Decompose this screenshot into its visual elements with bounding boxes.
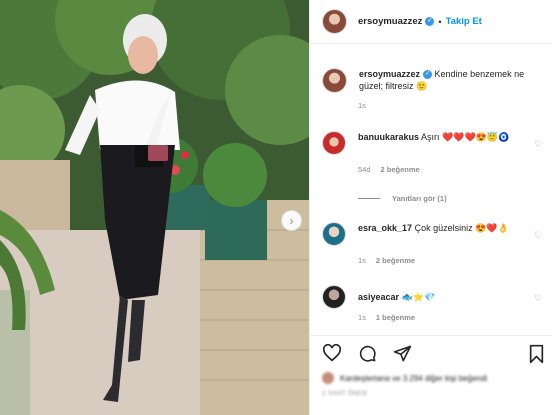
caption-username[interactable]: ersoymuazzez <box>359 69 420 79</box>
next-image-button[interactable]: › <box>281 210 302 231</box>
action-icons <box>322 344 412 363</box>
comment-text: Çok güzelsiniz 😍❤️👌 <box>414 223 509 233</box>
view-replies-button[interactable]: Yanıtları gör (1) <box>358 194 447 203</box>
comment-time[interactable]: 54d <box>358 165 371 174</box>
replies-divider <box>358 198 380 199</box>
commenter-username[interactable]: asiyeacar <box>358 292 399 302</box>
comment-meta: 54d 2 beğenme <box>358 165 547 174</box>
comment-text: Aşırı ❤️❤️❤️😍😇🧿 <box>421 132 510 142</box>
heart-icon[interactable]: ♡ <box>534 230 543 240</box>
comment-text: 🐟⭐💎 <box>401 292 436 302</box>
likes-text[interactable]: Kardeşlertana ve 3.294 diğer kişi beğend… <box>340 374 487 383</box>
liker-avatar <box>322 372 334 384</box>
comment-meta: 1s 1 beğenme <box>358 313 547 322</box>
separator-dot: • <box>438 16 442 27</box>
comment-item: esra_okk_17 Çok güzelsiniz 😍❤️👌 1s 2 beğ… <box>322 222 547 265</box>
verified-badge-icon: ✓ <box>425 16 435 26</box>
comment-time[interactable]: 1s <box>358 256 366 265</box>
author-avatar[interactable] <box>322 9 347 34</box>
commenter-username[interactable]: esra_okk_17 <box>358 223 412 233</box>
commenter-avatar[interactable] <box>322 285 346 309</box>
author-username-text[interactable]: ersoymuazzez <box>358 16 422 27</box>
bookmark-icon[interactable] <box>528 344 545 364</box>
caption: ersoymuazzez ✓ Kendine benzemek ne güzel;… <box>322 68 547 110</box>
verified-badge-icon: ✓ <box>423 70 433 80</box>
comment-item: banuukarakus Aşırı ❤️❤️❤️😍😇🧿 54d 2 beğen… <box>322 131 547 174</box>
likes-summary[interactable]: Kardeşlertana ve 3.294 diğer kişi beğend… <box>322 372 487 384</box>
commenter-avatar[interactable] <box>322 222 346 246</box>
commenter-username[interactable]: banuukarakus <box>358 132 419 142</box>
post-photo <box>0 0 309 415</box>
author-username[interactable]: ersoymuazzez ✓ <box>358 16 435 27</box>
follow-button[interactable]: Takip Et <box>446 16 482 27</box>
post-actions: Kardeşlertana ve 3.294 diğer kişi beğend… <box>310 335 552 415</box>
caption-meta: 1s <box>358 101 547 110</box>
comment-time[interactable]: 1s <box>358 313 366 322</box>
post-header: ersoymuazzez ✓ • Takip Et <box>310 0 552 44</box>
commenter-avatar[interactable] <box>322 131 346 155</box>
post-time[interactable]: 1 SAAT ÖNCE <box>322 390 368 397</box>
share-icon[interactable] <box>393 344 412 363</box>
caption-time[interactable]: 1s <box>358 101 366 110</box>
comment-meta: 1s 2 beğenme <box>358 256 547 265</box>
comment-likes[interactable]: 2 beğenme <box>376 256 415 265</box>
comment-icon[interactable] <box>358 344 377 363</box>
view-replies-label[interactable]: Yanıtları gör (1) <box>392 194 447 203</box>
comment-item: asiyeacar 🐟⭐💎 1s 1 beğenme ♡ <box>322 285 547 322</box>
heart-icon[interactable]: ♡ <box>534 293 543 303</box>
heart-icon[interactable]: ♡ <box>534 139 543 149</box>
caption-avatar[interactable] <box>322 68 347 93</box>
post-sidebar: ersoymuazzez ✓ • Takip Et ersoymuazzez ✓ K… <box>309 0 552 415</box>
comment-likes[interactable]: 1 beğenme <box>376 313 415 322</box>
heart-icon[interactable] <box>322 344 342 363</box>
comment-likes[interactable]: 2 beğenme <box>381 165 420 174</box>
chevron-right-icon: › <box>289 213 294 228</box>
